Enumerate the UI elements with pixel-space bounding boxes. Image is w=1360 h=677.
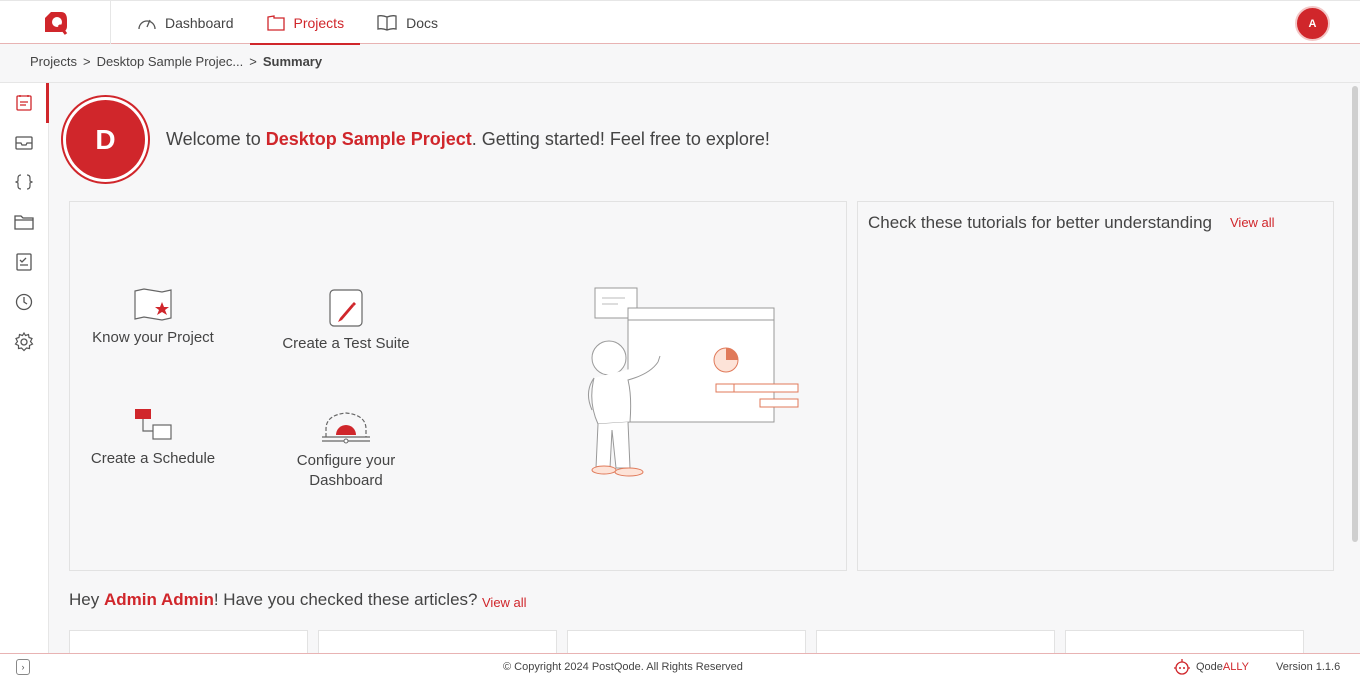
inbox-icon xyxy=(15,136,33,150)
sidebar-item-files[interactable] xyxy=(0,202,48,242)
breadcrumb-separator: > xyxy=(82,54,91,69)
divider xyxy=(0,82,1360,83)
sidebar-item-api[interactable] xyxy=(0,162,48,202)
configure-dashboard-label: Configure your Dashboard xyxy=(296,452,396,489)
breadcrumb: Projects > Desktop Sample Projec... > Su… xyxy=(30,54,322,69)
nav-docs-label: Docs xyxy=(406,14,438,31)
configure-dashboard-tile[interactable]: Configure your Dashboard xyxy=(281,407,411,491)
folder-icon xyxy=(14,215,34,230)
breadcrumb-current: Summary xyxy=(262,54,323,69)
tutorials-title: Check these tutorials for better underst… xyxy=(868,213,1212,232)
breadcrumb-projects[interactable]: Projects xyxy=(30,54,77,69)
sidebar-item-inbox[interactable] xyxy=(0,123,48,163)
summary-icon xyxy=(16,95,32,111)
welcome-project-name: Desktop Sample Project xyxy=(265,129,472,149)
create-schedule-tile[interactable]: Create a Schedule xyxy=(88,407,218,469)
clock-icon xyxy=(15,293,33,311)
tutorials-view-all-link[interactable]: View all xyxy=(1230,215,1275,230)
test-suite-icon xyxy=(329,289,363,327)
postqode-logo-icon xyxy=(45,11,68,35)
project-map-icon xyxy=(134,288,172,321)
main-nav: Dashboard Projects Docs xyxy=(121,1,454,45)
braces-icon xyxy=(15,174,33,190)
nav-projects[interactable]: Projects xyxy=(249,1,361,45)
qodeally-brand-b: ALLY xyxy=(1222,661,1250,673)
page-scrollbar[interactable] xyxy=(1352,86,1358,542)
articles-heading: Hey Admin Admin! Have you checked these … xyxy=(69,590,478,610)
project-avatar: D xyxy=(61,95,150,184)
nav-projects-label: Projects xyxy=(293,14,345,31)
gear-icon xyxy=(14,332,34,352)
top-bar: Dashboard Projects Docs A xyxy=(0,0,1360,45)
articles-view-all-link[interactable]: View all xyxy=(482,595,527,610)
checklist-icon xyxy=(16,253,32,271)
chevron-right-icon: › xyxy=(21,662,25,672)
welcome-suffix: . Getting started! Feel free to explore! xyxy=(471,129,770,149)
footer: › © Copyright 2024 PostQode. All Rights … xyxy=(0,653,1360,677)
articles-suffix: ! Have you checked these articles? xyxy=(213,590,478,609)
robot-icon xyxy=(1174,659,1190,675)
create-test-suite-label: Create a Test Suite xyxy=(282,335,410,352)
welcome-prefix: Welcome to xyxy=(166,129,266,149)
copyright-text: © Copyright 2024 PostQode. All Rights Re… xyxy=(503,661,743,673)
nav-docs[interactable]: Docs xyxy=(360,1,454,44)
qodeally-brand-a: Qode xyxy=(1196,661,1223,673)
tutorials-card: Check these tutorials for better underst… xyxy=(857,201,1334,571)
welcome-message: Welcome to Desktop Sample Project. Getti… xyxy=(166,129,770,150)
app-logo[interactable] xyxy=(0,1,111,44)
version-text: Version 1.1.6 xyxy=(1276,661,1341,673)
qodeally-link[interactable]: QodeALLY xyxy=(1172,658,1249,676)
schedule-blocks-icon xyxy=(135,409,172,440)
know-project-label: Know your Project xyxy=(92,329,214,346)
nav-dashboard-label: Dashboard xyxy=(165,14,234,31)
book-icon xyxy=(377,14,397,31)
configure-gear-icon xyxy=(322,412,370,444)
know-project-tile[interactable]: Know your Project xyxy=(88,288,218,348)
create-test-suite-tile[interactable]: Create a Test Suite xyxy=(281,288,411,354)
project-initial: D xyxy=(66,100,145,179)
sidebar-item-summary[interactable] xyxy=(0,83,49,123)
user-avatar[interactable]: A xyxy=(1295,6,1330,41)
sidebar-item-settings[interactable] xyxy=(0,322,48,362)
create-schedule-label: Create a Schedule xyxy=(90,450,216,467)
breadcrumb-separator: > xyxy=(249,54,257,69)
breadcrumb-project[interactable]: Desktop Sample Projec... xyxy=(97,54,244,69)
getting-started-card: Know your Project Create a Test Suite Cr… xyxy=(69,201,847,571)
gauge-icon xyxy=(138,19,156,29)
sidebar-item-tests[interactable] xyxy=(0,242,48,282)
articles-prefix: Hey xyxy=(69,590,104,609)
user-name: Admin Admin xyxy=(103,590,214,609)
presenter-illustration xyxy=(588,287,799,477)
folder-icon xyxy=(266,14,285,31)
nav-dashboard[interactable]: Dashboard xyxy=(121,1,250,44)
sidebar xyxy=(0,83,49,653)
expand-sidebar-button[interactable]: › xyxy=(16,659,30,675)
sidebar-item-history[interactable] xyxy=(0,282,48,322)
